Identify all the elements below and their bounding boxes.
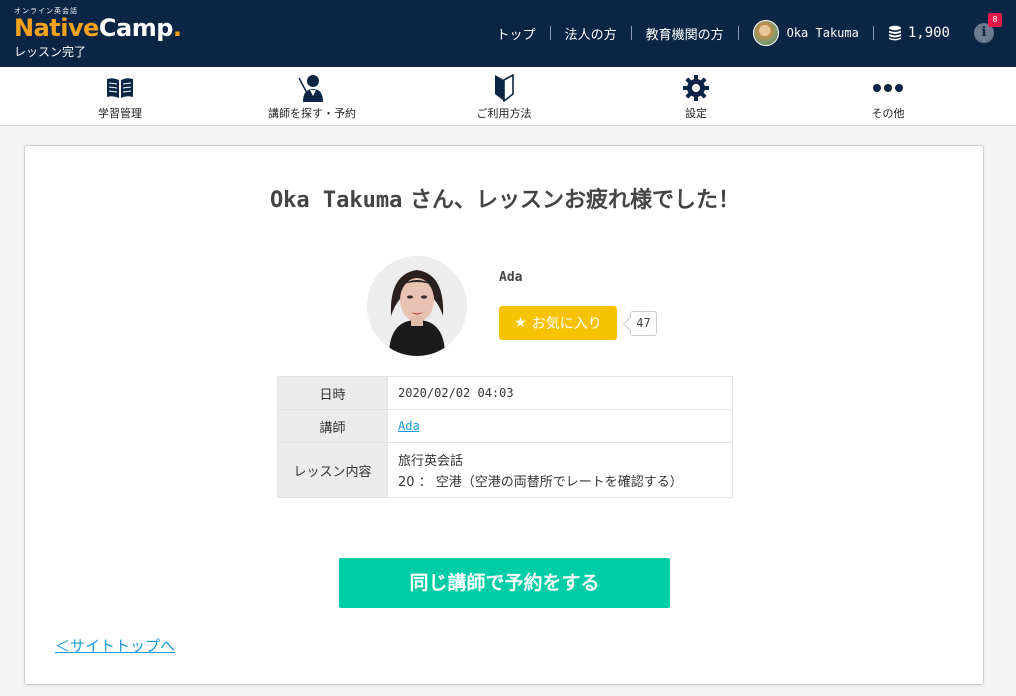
nav-label: ご利用方法	[476, 107, 532, 120]
lesson-content-label: レッスン内容	[277, 442, 388, 498]
back-to-top-link[interactable]: ＜サイトトップへ	[55, 635, 175, 656]
book-icon	[25, 73, 215, 103]
datetime-value: 2020/02/02 04:03	[387, 376, 733, 410]
nav-label: その他	[871, 107, 905, 120]
page-subtitle: レッスン完了	[14, 45, 87, 59]
logo-native: Native	[14, 14, 99, 42]
logo-dot: .	[172, 14, 182, 42]
logo-wordmark: NativeCamp.	[14, 16, 182, 40]
nav-settings[interactable]: 設定	[601, 67, 791, 126]
book-same-teacher-button[interactable]: 同じ講師で予約をする	[339, 558, 670, 608]
teacher-photo[interactable]	[367, 256, 467, 356]
nav-label: 学習管理	[98, 107, 142, 120]
teacher-name: Ada	[499, 270, 523, 285]
user-name: Oka Takuma	[786, 26, 859, 40]
lesson-course: 旅行英会話	[398, 454, 464, 469]
nav-corporate-link[interactable]: 法人の方	[551, 24, 631, 43]
user-menu[interactable]: Oka Takuma	[739, 20, 873, 46]
coin-stack-icon	[888, 25, 901, 41]
notification-badge: 8	[988, 13, 1002, 27]
teacher-link[interactable]: Ada	[398, 419, 420, 433]
nav-top-link[interactable]: トップ	[483, 24, 550, 43]
nav-study-management[interactable]: 学習管理	[25, 67, 215, 126]
nav-how-to-use[interactable]: ご利用方法	[409, 67, 599, 126]
lesson-detail: 20 ： 空港（空港の両替所でレートを確認する）	[398, 475, 683, 490]
gear-icon	[601, 73, 791, 103]
table-row: レッスン内容 旅行英会話 20 ： 空港（空港の両替所でレートを確認する）	[277, 442, 733, 498]
favorite-label: お気に入り	[531, 316, 602, 332]
notification-button[interactable]: i 8	[974, 13, 1002, 43]
nav-label: 講師を探す・予約	[268, 107, 356, 120]
lesson-complete-card: Oka Takuma さん、レッスンお疲れ様でした！ Ada ★ お気に入り 4…	[24, 145, 984, 685]
nav-find-teacher[interactable]: 講師を探す・予約	[217, 67, 407, 126]
page-title: Oka Takuma さん、レッスンお疲れ様でした！	[25, 182, 985, 214]
logo-camp: Camp	[98, 14, 174, 42]
user-avatar	[752, 20, 779, 46]
nav-label: 設定	[685, 107, 707, 120]
lesson-content-cell: 旅行英会話 20 ： 空港（空港の両替所でレートを確認する）	[387, 442, 733, 498]
datetime-label: 日時	[277, 376, 388, 410]
coin-balance[interactable]: 1,900	[874, 25, 964, 41]
favorite-button[interactable]: ★ お気に入り	[499, 306, 617, 340]
coin-value: 1,900	[907, 25, 950, 41]
table-row: 講師 Ada	[277, 409, 733, 443]
title-user-name: Oka Takuma	[269, 188, 403, 213]
more-dots-icon	[793, 73, 983, 103]
table-row: 日時 2020/02/02 04:03	[277, 376, 733, 410]
star-icon: ★	[514, 315, 527, 331]
nav-education-link[interactable]: 教育機関の方	[632, 24, 738, 43]
top-header: オンライン英会話 NativeCamp. レッスン完了 トップ 法人の方 教育機…	[0, 0, 1016, 67]
teacher-icon	[217, 73, 407, 103]
nav-more[interactable]: その他	[793, 67, 983, 126]
beginner-mark-icon	[409, 73, 599, 103]
logo[interactable]: オンライン英会話 NativeCamp. レッスン完了	[14, 6, 182, 60]
favorite-count: 47	[630, 311, 657, 336]
top-nav: トップ 法人の方 教育機関の方 Oka Takuma 1,900 i 8	[483, 13, 1002, 48]
title-message: さん、レッスンお疲れ様でした！	[402, 188, 741, 213]
teacher-cell: Ada	[387, 409, 733, 443]
main-nav: 学習管理 講師を探す・予約 ご利用方法 設定 その他	[0, 67, 1016, 126]
teacher-label: 講師	[277, 409, 388, 443]
lesson-info-table: 日時 2020/02/02 04:03 講師 Ada レッスン内容 旅行英会話 …	[277, 376, 733, 498]
